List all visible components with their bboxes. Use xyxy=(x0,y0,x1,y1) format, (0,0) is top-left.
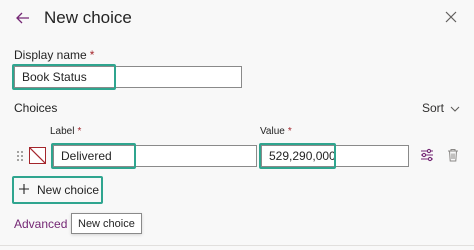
drag-handle-icon[interactable] xyxy=(16,149,24,163)
required-marker: * xyxy=(287,126,292,137)
sort-button[interactable]: Sort xyxy=(422,101,460,115)
sort-label: Sort xyxy=(421,101,444,115)
close-icon[interactable] xyxy=(444,10,458,24)
panel-title: New choice xyxy=(44,8,132,27)
display-name-input[interactable]: Book Status xyxy=(14,66,242,88)
choice-value-column-header: Value * xyxy=(260,126,292,137)
new-choice-label: New choice xyxy=(37,183,100,197)
required-marker: * xyxy=(77,126,82,137)
required-marker: * xyxy=(89,48,95,62)
choice-value-value: 529,290,000 xyxy=(269,149,336,163)
choice-label-column-header: Label * xyxy=(50,126,82,137)
new-choice-tooltip: New choice xyxy=(71,213,142,234)
chevron-down-icon xyxy=(450,101,460,115)
choice-label-input[interactable]: Delivered xyxy=(53,145,257,167)
display-name-value: Book Status xyxy=(22,70,87,84)
choice-value-input[interactable]: 529,290,000 xyxy=(261,145,409,167)
advanced-options-link[interactable]: Advanced o xyxy=(14,217,77,231)
new-choice-panel: New choice Display name * Book Status Cho… xyxy=(0,0,474,250)
display-name-label: Display name * xyxy=(14,48,95,62)
settings-sliders-icon[interactable] xyxy=(420,148,434,162)
choice-color-swatch[interactable] xyxy=(29,147,46,164)
panel-header: New choice xyxy=(14,6,132,30)
bottom-divider xyxy=(0,245,474,246)
choices-section-label: Choices xyxy=(14,101,58,115)
new-choice-button[interactable]: New choice xyxy=(14,179,103,201)
plus-icon xyxy=(18,183,30,198)
delete-icon[interactable] xyxy=(447,148,459,162)
choice-label-value: Delivered xyxy=(61,149,112,163)
arrow-left-icon[interactable] xyxy=(14,9,32,27)
